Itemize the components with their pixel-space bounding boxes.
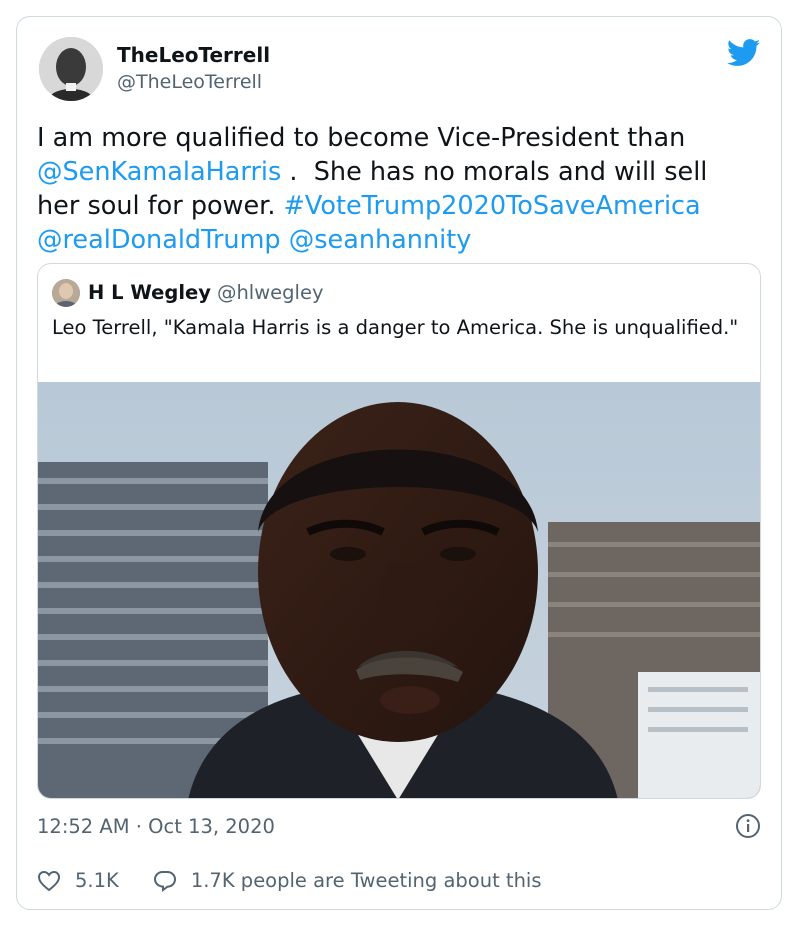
- mention-link[interactable]: @SenKamalaHarris: [37, 157, 281, 187]
- tweeting-about-text: 1.7K people are Tweeting about this: [190, 869, 542, 892]
- heart-icon: [37, 870, 61, 891]
- quoted-tweet-text: Leo Terrell, "Kamala Harris is a danger …: [52, 316, 739, 339]
- like-action[interactable]: 5.1K: [37, 869, 119, 892]
- reply-action[interactable]: 1.7K people are Tweeting about this: [153, 869, 542, 892]
- hashtag-link[interactable]: #VoteTrump2020ToSaveAmerica: [284, 191, 701, 221]
- mention-link[interactable]: @realDonaldTrump: [37, 225, 281, 255]
- mention-link[interactable]: @seanhannity: [289, 225, 472, 255]
- quoted-author-avatar[interactable]: [52, 279, 80, 307]
- twitter-bird-icon[interactable]: [727, 39, 761, 67]
- tweet-actions: 5.1K 1.7K people are Tweeting about this: [37, 869, 542, 892]
- tweet-text: I am more qualified to become Vice-Presi…: [37, 121, 757, 257]
- author-avatar[interactable]: [39, 37, 103, 101]
- tweet-text-part: I am more qualified to become Vice-Presi…: [37, 123, 694, 153]
- tweet-timestamp[interactable]: 12:52 AM · Oct 13, 2020: [37, 815, 275, 838]
- like-count: 5.1K: [75, 869, 119, 892]
- quoted-author-line: H L Wegley @hlwegley: [88, 281, 324, 304]
- quoted-tweet-image[interactable]: [38, 382, 760, 799]
- quoted-author-name[interactable]: H L Wegley: [88, 281, 211, 304]
- author-name[interactable]: TheLeoTerrell: [117, 43, 270, 67]
- quoted-author-handle[interactable]: @hlwegley: [217, 281, 324, 304]
- quoted-tweet[interactable]: H L Wegley @hlwegley Leo Terrell, "Kamala…: [37, 263, 761, 799]
- speech-bubble-icon: [153, 870, 176, 892]
- tweet-card: TheLeoTerrell @TheLeoTerrell I am more q…: [16, 16, 782, 910]
- info-icon[interactable]: [735, 813, 761, 839]
- author-handle[interactable]: @TheLeoTerrell: [117, 71, 262, 93]
